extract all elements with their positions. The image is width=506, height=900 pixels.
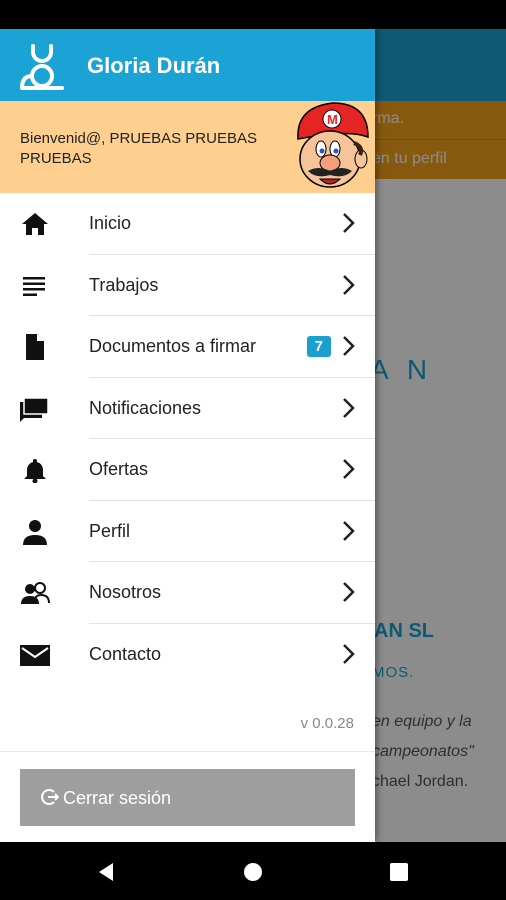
menu-item-label: Nosotros	[89, 582, 162, 602]
chevron-right-icon	[343, 397, 355, 418]
home-icon	[22, 213, 48, 235]
divider	[0, 751, 375, 752]
menu-item-label: Ofertas	[89, 459, 149, 479]
svg-text:M: M	[327, 112, 338, 127]
mail-icon	[20, 644, 50, 666]
pending-count-badge: 7	[306, 336, 331, 357]
system-navigation-bar	[0, 842, 506, 900]
status-bar	[0, 0, 506, 29]
chevron-right-icon	[343, 520, 355, 541]
user-name: Gloria Durán	[87, 53, 221, 78]
menu-item-ofertas[interactable]: Ofertas	[0, 439, 375, 501]
chevron-right-icon	[343, 459, 355, 479]
chevron-right-icon	[343, 213, 355, 233]
welcome-text: Bienvenid@, PRUEBAS PRUEBAS PRUEBAS	[20, 130, 257, 167]
menu-item-label: Documentos a firmar	[89, 336, 257, 356]
menu-item-trabajos[interactable]: Trabajos	[0, 255, 375, 316]
chevron-right-icon	[343, 274, 355, 295]
list-icon	[23, 276, 45, 296]
home-button-icon[interactable]	[241, 860, 265, 884]
back-icon[interactable]	[94, 860, 118, 884]
drawer-header: Gloria Durán	[0, 29, 375, 101]
avatar[interactable]: M	[288, 99, 374, 197]
navigation-drawer: Gloria Durán Bienvenid@, PRUEBAS PRUEBAS…	[0, 29, 375, 842]
app-logo-icon	[20, 44, 64, 90]
drawer-menu: Inicio Trabajos Documentos a firmar 7 No…	[0, 193, 375, 685]
person-icon	[23, 519, 47, 545]
menu-item-label: Inicio	[89, 213, 132, 233]
menu-item-label: Contacto	[89, 643, 162, 664]
logout-button[interactable]: Cerrar sesión	[20, 769, 355, 826]
logout-icon	[41, 789, 59, 805]
menu-item-label: Notificaciones	[89, 397, 202, 418]
menu-item-contacto[interactable]: Contacto	[0, 624, 375, 686]
document-icon	[26, 334, 44, 360]
menu-item-label: Perfil	[89, 520, 131, 541]
logout-label: Cerrar sesión	[63, 788, 172, 808]
chevron-right-icon	[343, 643, 355, 664]
app-version: v 0.0.28	[300, 715, 354, 732]
group-icon	[21, 582, 50, 604]
chevron-right-icon	[343, 582, 355, 602]
menu-item-nosotros[interactable]: Nosotros	[0, 562, 375, 624]
chevron-right-icon	[343, 336, 355, 356]
menu-item-perfil[interactable]: Perfil	[0, 501, 375, 562]
menu-item-inicio[interactable]: Inicio	[0, 193, 375, 255]
bell-icon	[24, 459, 46, 483]
menu-item-notificaciones[interactable]: Notificaciones	[0, 378, 375, 439]
menu-item-label: Trabajos	[89, 274, 159, 295]
menu-item-documentos-a-firmar[interactable]: Documentos a firmar 7	[0, 316, 375, 378]
recents-icon[interactable]	[387, 860, 411, 884]
notifications-icon	[20, 396, 49, 422]
